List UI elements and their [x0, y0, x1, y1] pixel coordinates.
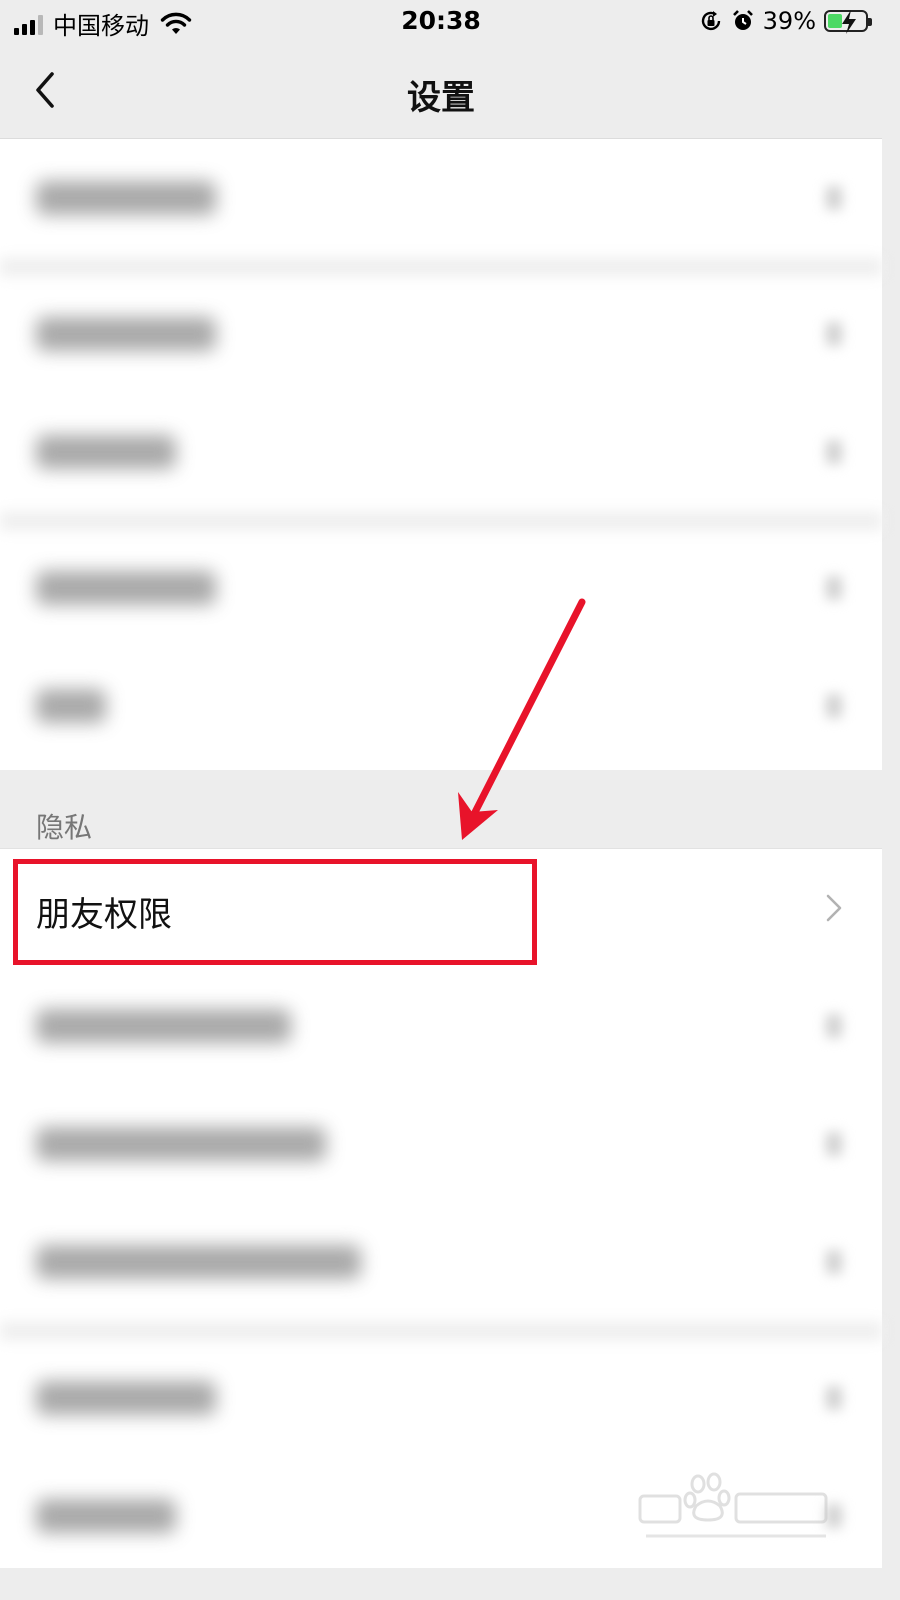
status-bar: 中国移动 20:38 39% — [0, 0, 882, 44]
page-title: 设置 — [407, 78, 475, 118]
alarm-icon — [732, 10, 753, 30]
blurred-row[interactable] — [0, 139, 882, 257]
section-label: 隐私 — [36, 811, 93, 844]
annotation-highlight-box — [13, 859, 537, 965]
blurred-row[interactable] — [0, 393, 882, 511]
blurred-row[interactable] — [0, 967, 882, 1085]
battery-percent: 39% — [762, 7, 816, 35]
blurred-row[interactable] — [0, 1085, 882, 1203]
nav-bar: 设置 — [0, 44, 882, 139]
blurred-row[interactable] — [0, 1203, 882, 1321]
blurred-settings-group — [0, 139, 882, 770]
blurred-row[interactable] — [0, 275, 882, 393]
baidu-jingyan-watermark-logo — [638, 1472, 828, 1538]
blurred-row[interactable] — [0, 1339, 882, 1457]
orientation-lock-icon — [701, 11, 720, 31]
blurred-row[interactable] — [0, 529, 882, 647]
chevron-right-icon — [826, 894, 842, 922]
privacy-section-header: 隐私 — [0, 770, 882, 848]
blurred-row[interactable] — [0, 647, 882, 765]
battery-charging-icon — [824, 10, 872, 34]
